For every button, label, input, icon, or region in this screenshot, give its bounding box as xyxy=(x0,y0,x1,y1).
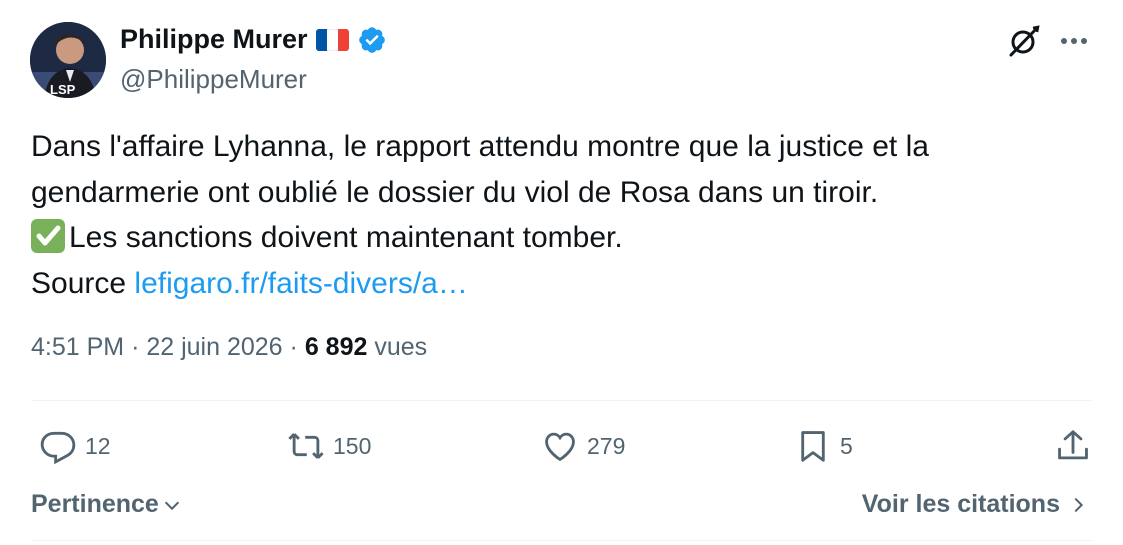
tweet-source-line: Source lefigaro.fr/faits-divers/a… xyxy=(31,261,1091,307)
grok-icon[interactable] xyxy=(1007,24,1041,58)
reply-count: 12 xyxy=(85,432,111,459)
flag-fr-icon xyxy=(315,28,349,51)
more-icon[interactable] xyxy=(1057,26,1091,56)
share-button[interactable] xyxy=(1054,420,1092,472)
author-handle[interactable]: @PhilippeMurer xyxy=(120,64,307,95)
tweet-header: LSP Philippe Murer @PhilippeMurer xyxy=(30,22,1093,102)
reply-icon xyxy=(40,431,76,465)
tweet-text: Dans l'affaire Lyhanna, le rapport atten… xyxy=(31,124,1091,306)
check-emoji-icon xyxy=(31,219,65,253)
tweet-date[interactable]: 22 juin 2026 xyxy=(146,333,282,361)
bookmark-icon xyxy=(801,431,825,462)
meta-separator: · xyxy=(289,333,298,361)
tweet-line: Dans l'affaire Lyhanna, le rapport atten… xyxy=(31,130,929,163)
repost-count: 150 xyxy=(333,432,372,459)
source-link[interactable]: lefigaro.fr/faits-divers/a… xyxy=(134,267,467,300)
sort-dropdown[interactable]: Pertinence xyxy=(31,490,183,519)
chevron-down-icon xyxy=(164,501,179,510)
sort-label: Pertinence xyxy=(31,490,159,518)
like-icon xyxy=(545,432,575,462)
svg-text:LSP: LSP xyxy=(50,82,76,97)
views-label: vues xyxy=(374,333,428,361)
tweet-time[interactable]: 4:51 PM xyxy=(31,333,124,361)
repost-icon xyxy=(288,433,324,459)
tweet-meta: 4:51 PM · 22 juin 2026 · 6 892 vues xyxy=(31,333,427,362)
avatar[interactable]: LSP xyxy=(30,22,106,98)
repost-button[interactable]: 150 xyxy=(287,420,371,472)
chevron-right-icon xyxy=(1074,497,1084,512)
tweet-line: Les sanctions doivent maintenant tomber. xyxy=(31,215,1091,261)
replies-footer: Pertinence Voir les citations xyxy=(31,484,1092,528)
share-icon xyxy=(1058,430,1088,460)
like-button[interactable]: 279 xyxy=(541,420,625,472)
source-label: Source xyxy=(31,266,127,300)
action-bar: 12 150 279 5 xyxy=(31,420,1092,476)
views-count: 6 892 xyxy=(304,333,368,361)
bookmark-count: 5 xyxy=(840,432,853,459)
quotes-label: Voir les citations xyxy=(861,490,1060,518)
verified-badge-icon[interactable] xyxy=(357,25,387,55)
tweet-line-text: Les sanctions doivent maintenant tomber. xyxy=(69,221,623,254)
divider xyxy=(31,540,1092,541)
meta-separator: · xyxy=(131,333,140,361)
divider xyxy=(31,400,1092,401)
name-row: Philippe Murer xyxy=(120,24,387,55)
reply-button[interactable]: 12 xyxy=(39,420,111,472)
view-quotes-link[interactable]: Voir les citations xyxy=(862,490,1088,519)
like-count: 279 xyxy=(587,432,626,459)
tweet-line: gendarmerie ont oublié le dossier du vio… xyxy=(31,175,879,209)
author-name[interactable]: Philippe Murer xyxy=(120,24,308,55)
bookmark-button[interactable]: 5 xyxy=(794,420,853,472)
